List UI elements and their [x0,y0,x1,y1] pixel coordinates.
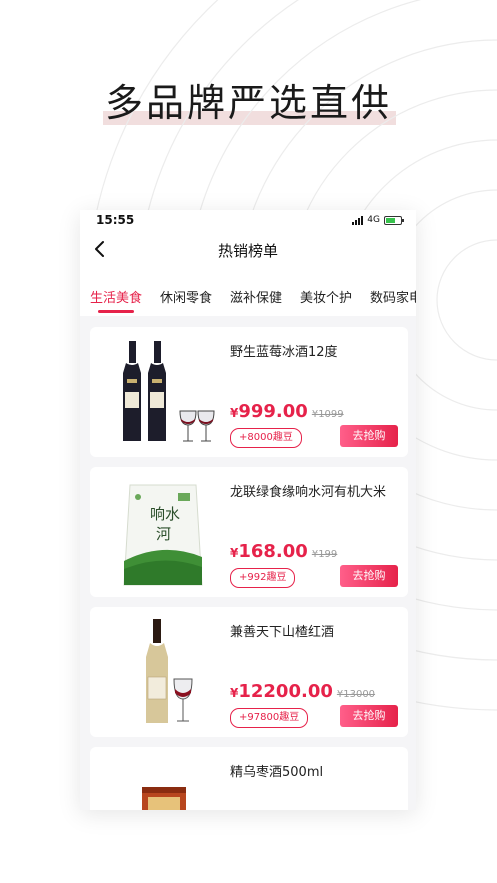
svg-text:响水: 响水 [150,505,180,523]
tab-snacks[interactable]: 休闲零食 [160,287,212,306]
tab-beauty[interactable]: 美妆个护 [300,287,352,306]
product-card[interactable]: 响水 河 龙联绿食缘响水河有机大米 ¥168.00 ¥199 +992趣豆 去抢… [90,467,408,597]
signal-icon [352,215,364,225]
price: ¥12200.00 [230,681,333,702]
price: ¥999.00 [230,401,308,422]
jujube-wine-image [142,787,186,810]
status-time: 15:55 [96,213,135,227]
product-name: 兼善天下山楂红酒 [230,625,335,640]
points-badge: +992趣豆 [230,568,296,588]
original-price: ¥1099 [311,409,344,420]
buy-button[interactable]: 去抢购 [340,565,398,587]
headline-area: 多品牌严选直供 [0,72,497,127]
phone-screen: 15:55 4G 热销榜单 生活美食 休闲零食 滋补保健 美妆个护 数码家电 野… [80,210,416,810]
wine-bottles-image [123,341,215,442]
tab-lifestyle-food[interactable]: 生活美食 [90,287,142,306]
original-price: ¥13000 [336,689,376,700]
product-name: 龙联绿食缘响水河有机大米 [230,485,387,500]
rice-bag-image: 响水 河 [123,484,203,586]
price-row: ¥168.00 ¥199 [230,541,337,562]
price-row: ¥12200.00 ¥13000 [230,681,375,702]
buy-button[interactable]: 去抢购 [340,425,398,447]
product-card[interactable]: 精乌枣酒500ml [90,747,408,810]
tab-electronics[interactable]: 数码家电 [370,287,416,306]
status-icons: 4G [352,214,404,226]
product-card[interactable]: 兼善天下山楂红酒 ¥12200.00 ¥13000 +97800趣豆 去抢购 [90,607,408,737]
price: ¥168.00 [230,541,308,562]
battery-icon [384,215,404,225]
points-badge: +97800趣豆 [230,708,309,728]
product-name: 精乌枣酒500ml [230,765,324,780]
tab-health[interactable]: 滋补保健 [230,287,282,306]
price-row: ¥999.00 ¥1099 [230,401,344,422]
headline: 多品牌严选直供 [102,72,396,127]
product-name: 野生蓝莓冰酒12度 [230,345,338,360]
network-label: 4G [367,215,380,225]
category-tabs: 生活美食 休闲零食 滋补保健 美妆个护 数码家电 [80,270,416,316]
nav-bar: 热销榜单 [80,230,416,270]
page-title: 热销榜单 [217,242,278,260]
points-badge: +8000趣豆 [230,428,302,448]
hawthorn-wine-image [146,619,193,723]
svg-text:河: 河 [156,525,171,543]
product-card[interactable]: 野生蓝莓冰酒12度 ¥999.00 ¥1099 +8000趣豆 去抢购 [90,327,408,457]
buy-button[interactable]: 去抢购 [340,705,398,727]
active-tab-indicator [98,310,134,313]
status-bar: 15:55 4G [80,210,416,230]
headline-text: 多品牌严选直供 [104,81,392,125]
original-price: ¥199 [311,549,338,560]
